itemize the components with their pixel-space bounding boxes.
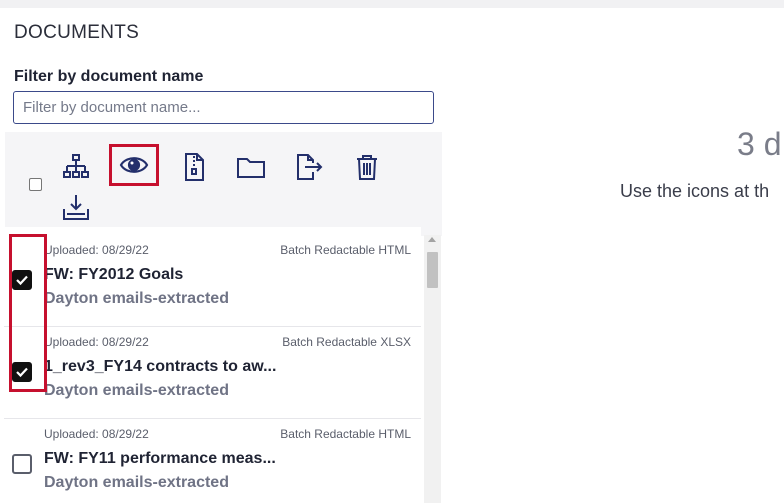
export-file-icon[interactable] (290, 149, 326, 185)
folder-icon[interactable] (233, 149, 269, 185)
hint-text: Use the icons at th (620, 181, 770, 201)
document-source: Dayton emails-extracted (44, 474, 229, 491)
document-toolbar (5, 132, 442, 236)
document-name[interactable]: FW: FY2012 Goals (44, 266, 183, 284)
zip-file-icon[interactable] (176, 149, 212, 185)
upload-date: Uploaded: 08/29/22 (44, 427, 149, 441)
scroll-thumb[interactable] (427, 252, 438, 288)
preview-panel: 3 d Use the icons at th (442, 8, 784, 503)
document-type: Batch Redactable HTML (280, 427, 411, 441)
document-checkbox[interactable] (12, 454, 32, 474)
selected-count-text: 3 d (737, 126, 782, 162)
trash-icon[interactable] (349, 149, 385, 185)
filter-input[interactable] (13, 91, 434, 124)
section-title: DOCUMENTS (14, 22, 140, 43)
document-checkbox[interactable] (12, 362, 32, 382)
document-source: Dayton emails-extracted (44, 290, 229, 307)
document-type: Batch Redactable HTML (280, 243, 411, 257)
list-item[interactable]: Uploaded: 08/29/22 Batch Redactable XLSX… (4, 327, 421, 419)
upload-date: Uploaded: 08/29/22 (44, 243, 149, 257)
document-name[interactable]: 1_rev3_FY14 contracts to aw... (44, 358, 276, 376)
select-all-checkbox[interactable] (29, 178, 42, 191)
eye-icon[interactable] (109, 144, 159, 186)
filter-label: Filter by document name (14, 68, 204, 85)
document-type: Batch Redactable XLSX (282, 335, 411, 349)
scroll-up-arrow-icon[interactable] (428, 237, 436, 242)
list-item[interactable]: Uploaded: 08/29/22 Batch Redactable HTML… (4, 235, 421, 327)
top-band (0, 0, 784, 8)
document-checkbox[interactable] (12, 270, 32, 290)
list-scrollbar[interactable] (424, 235, 441, 503)
hierarchy-icon[interactable] (58, 149, 94, 185)
list-item[interactable]: Uploaded: 08/29/22 Batch Redactable HTML… (4, 419, 421, 495)
download-icon[interactable] (58, 189, 94, 225)
document-source: Dayton emails-extracted (44, 382, 229, 399)
upload-date: Uploaded: 08/29/22 (44, 335, 149, 349)
document-list: Uploaded: 08/29/22 Batch Redactable HTML… (4, 227, 421, 495)
document-name[interactable]: FW: FY11 performance meas... (44, 450, 276, 468)
